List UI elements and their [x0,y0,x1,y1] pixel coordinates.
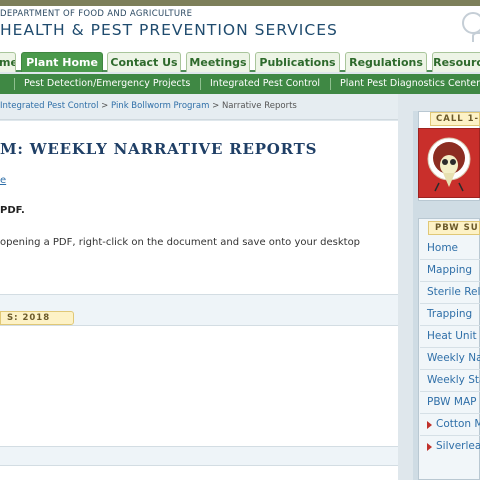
sidebar-link-weekly-narrative[interactable]: Weekly Na [427,352,480,364]
user-body-icon [472,32,480,42]
arrow-right-icon [427,421,432,429]
breadcrumb-separator: > [212,101,220,111]
page-title: M: WEEKLY NARRATIVE REPORTS [0,140,318,158]
sidebar-link-cotton-maps[interactable]: Cotton M [436,418,480,430]
sidebar-divider [420,303,480,304]
content-link[interactable]: e [0,175,6,186]
sidebar-link-heat-unit[interactable]: Heat Unit C [427,330,480,342]
tab-publications[interactable]: Publications [255,52,340,72]
tab-plant-home[interactable]: Plant Home [21,52,103,72]
tab-regulations[interactable]: Regulations [345,52,427,72]
pdf-instructions: opening a PDF, right-click on the docume… [0,237,361,248]
breadcrumb-pink-bollworm[interactable]: Pink Bollworm Program [111,101,209,111]
arrow-right-icon [427,443,432,451]
main-nav: me Plant Home Contact Us Meetings Public… [0,52,480,72]
breadcrumb-current: Narrative Reports [221,101,297,111]
sidebar-divider [420,259,480,260]
sidebar-link-mapping[interactable]: Mapping [427,264,472,276]
tab-meetings[interactable]: Meetings [186,52,250,72]
call-tab: CALL 1-8 [430,112,480,126]
breadcrumb-integrated-pest-control[interactable]: Integrated Pest Control [0,101,98,111]
sidebar-divider [420,281,480,282]
year-section-tag[interactable]: S: 2018 [0,311,74,325]
tab-home[interactable]: me [0,52,16,72]
tab-contact-us[interactable]: Contact Us [107,52,181,72]
subnav-divider [330,78,331,90]
subnav-divider [200,78,201,90]
bug-mascot-icon [427,137,471,192]
department-name: DEPARTMENT OF FOOD AND AGRICULTURE [0,9,193,19]
section-band [0,446,398,466]
subnav-divider [14,78,15,90]
site-title[interactable]: HEALTH & PEST PREVENTION SERVICES [0,21,338,39]
sidebar-link-sterile-release[interactable]: Sterile Rele [427,286,480,298]
pdf-notice: PDF. [0,205,25,216]
sidebar-link-pbw-map[interactable]: PBW MAP I [427,396,480,408]
pbw-sidebar-tab: PBW SU [428,221,480,235]
sidebar-divider [420,413,480,414]
sidebar-link-silverleaf[interactable]: Silverleaf [436,440,480,452]
sidebar-divider [420,347,480,348]
subnav-diagnostics-center[interactable]: Plant Pest Diagnostics Center [340,74,480,94]
subnav-integrated-pest-control[interactable]: Integrated Pest Control [210,74,320,94]
sidebar-link-trapping[interactable]: Trapping [427,308,472,320]
tab-resources[interactable]: Resourc [432,52,480,72]
sidebar-divider [420,325,480,326]
subnav-pest-detection[interactable]: Pest Detection/Emergency Projects [24,74,190,94]
sidebar-link-weekly-stats[interactable]: Weekly Sta [427,374,480,386]
breadcrumb-separator: > [101,101,109,111]
sub-nav: Pest Detection/Emergency Projects Integr… [0,74,480,94]
mascot-panel[interactable] [418,128,480,198]
breadcrumb: Integrated Pest Control > Pink Bollworm … [0,101,297,111]
sidebar-divider [420,391,480,392]
sidebar-link-home[interactable]: Home [427,242,458,254]
user-icon[interactable] [462,12,480,34]
sidebar-divider [420,435,480,436]
sidebar-divider [420,369,480,370]
